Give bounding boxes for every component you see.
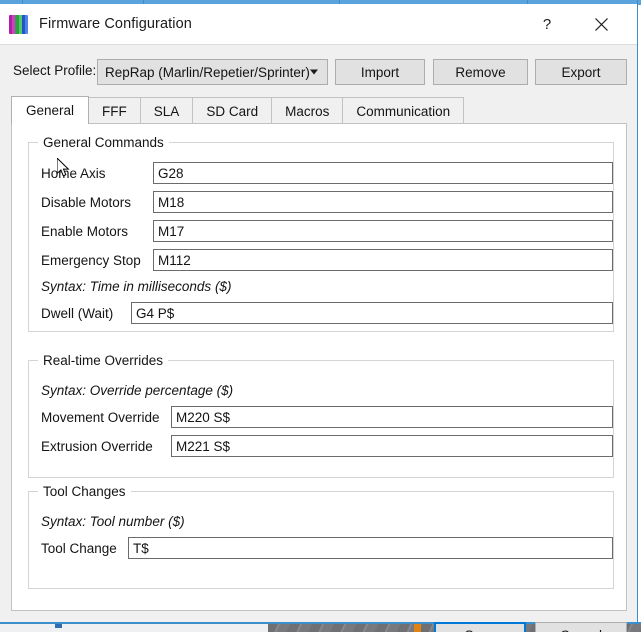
help-button[interactable]: ?: [525, 4, 569, 44]
override-syntax-note: Syntax: Override percentage ($): [41, 383, 234, 398]
tab-communication[interactable]: Communication: [342, 97, 465, 124]
movement-override-label: Movement Override: [41, 410, 160, 425]
window-title: Firmware Configuration: [39, 16, 192, 32]
general-commands-title: General Commands: [38, 135, 169, 150]
profile-select-value: RepRap (Marlin/Repetier/Sprinter): [105, 64, 310, 80]
tab-general[interactable]: General: [11, 96, 90, 124]
dwell-wait-input[interactable]: [131, 302, 613, 324]
tool-syntax-note: Syntax: Tool number ($): [41, 514, 185, 529]
export-button[interactable]: Export: [535, 59, 627, 85]
tool-changes-group: Tool Changes Syntax: Tool number ($) Too…: [28, 484, 614, 589]
enable-motors-input[interactable]: [153, 220, 613, 242]
remove-button[interactable]: Remove: [433, 59, 528, 85]
close-icon: [594, 17, 608, 31]
background-blue-marker: [55, 624, 62, 628]
chevron-down-icon: [310, 69, 318, 75]
cancel-button[interactable]: Cancel: [535, 622, 627, 632]
home-axis-label: Home Axis: [41, 166, 106, 181]
disable-motors-label: Disable Motors: [41, 195, 132, 210]
tool-change-label: Tool Change: [41, 541, 117, 556]
import-button[interactable]: Import: [335, 59, 425, 85]
question-mark-icon: ?: [542, 15, 552, 33]
dialog-body: Select Profile: RepRap (Marlin/Repetier/…: [0, 44, 638, 632]
tab-macros[interactable]: Macros: [271, 97, 344, 124]
color-bars-icon: [9, 14, 28, 34]
profile-select[interactable]: RepRap (Marlin/Repetier/Sprinter): [97, 59, 328, 85]
extrusion-override-input[interactable]: [171, 435, 613, 457]
extrusion-override-label: Extrusion Override: [41, 439, 153, 454]
title-bar: Firmware Configuration ?: [0, 4, 637, 44]
profile-row: Select Profile: RepRap (Marlin/Repetier/…: [0, 59, 638, 85]
movement-override-input[interactable]: [171, 406, 613, 428]
tab-fff[interactable]: FFF: [88, 97, 141, 124]
background-orange-marker: [414, 624, 421, 632]
emergency-stop-label: Emergency Stop: [41, 253, 141, 268]
dwell-wait-label: Dwell (Wait): [41, 306, 114, 321]
home-axis-input[interactable]: [153, 162, 613, 184]
tab-sla[interactable]: SLA: [139, 97, 194, 124]
select-profile-label: Select Profile:: [13, 63, 97, 78]
realtime-overrides-title: Real-time Overrides: [38, 353, 169, 368]
close-button[interactable]: [579, 4, 623, 44]
tool-change-input[interactable]: [128, 537, 613, 559]
tab-bar: General FFF SLA SD Card Macros Communica…: [11, 96, 627, 124]
tool-changes-title: Tool Changes: [38, 484, 131, 499]
emergency-stop-input[interactable]: [153, 249, 613, 271]
general-commands-group: General Commands Home Axis Disable Motor…: [28, 135, 614, 332]
save-button[interactable]: Save: [434, 622, 526, 632]
realtime-overrides-group: Real-time Overrides Syntax: Override per…: [28, 353, 614, 478]
dwell-syntax-note: Syntax: Time in milliseconds ($): [41, 279, 232, 294]
firmware-configuration-dialog: Firmware Configuration ? Select Profile:…: [0, 0, 638, 632]
general-tab-page: General Commands Home Axis Disable Motor…: [11, 123, 627, 611]
enable-motors-label: Enable Motors: [41, 224, 129, 239]
disable-motors-input[interactable]: [153, 191, 613, 213]
tab-sd-card[interactable]: SD Card: [192, 97, 273, 124]
